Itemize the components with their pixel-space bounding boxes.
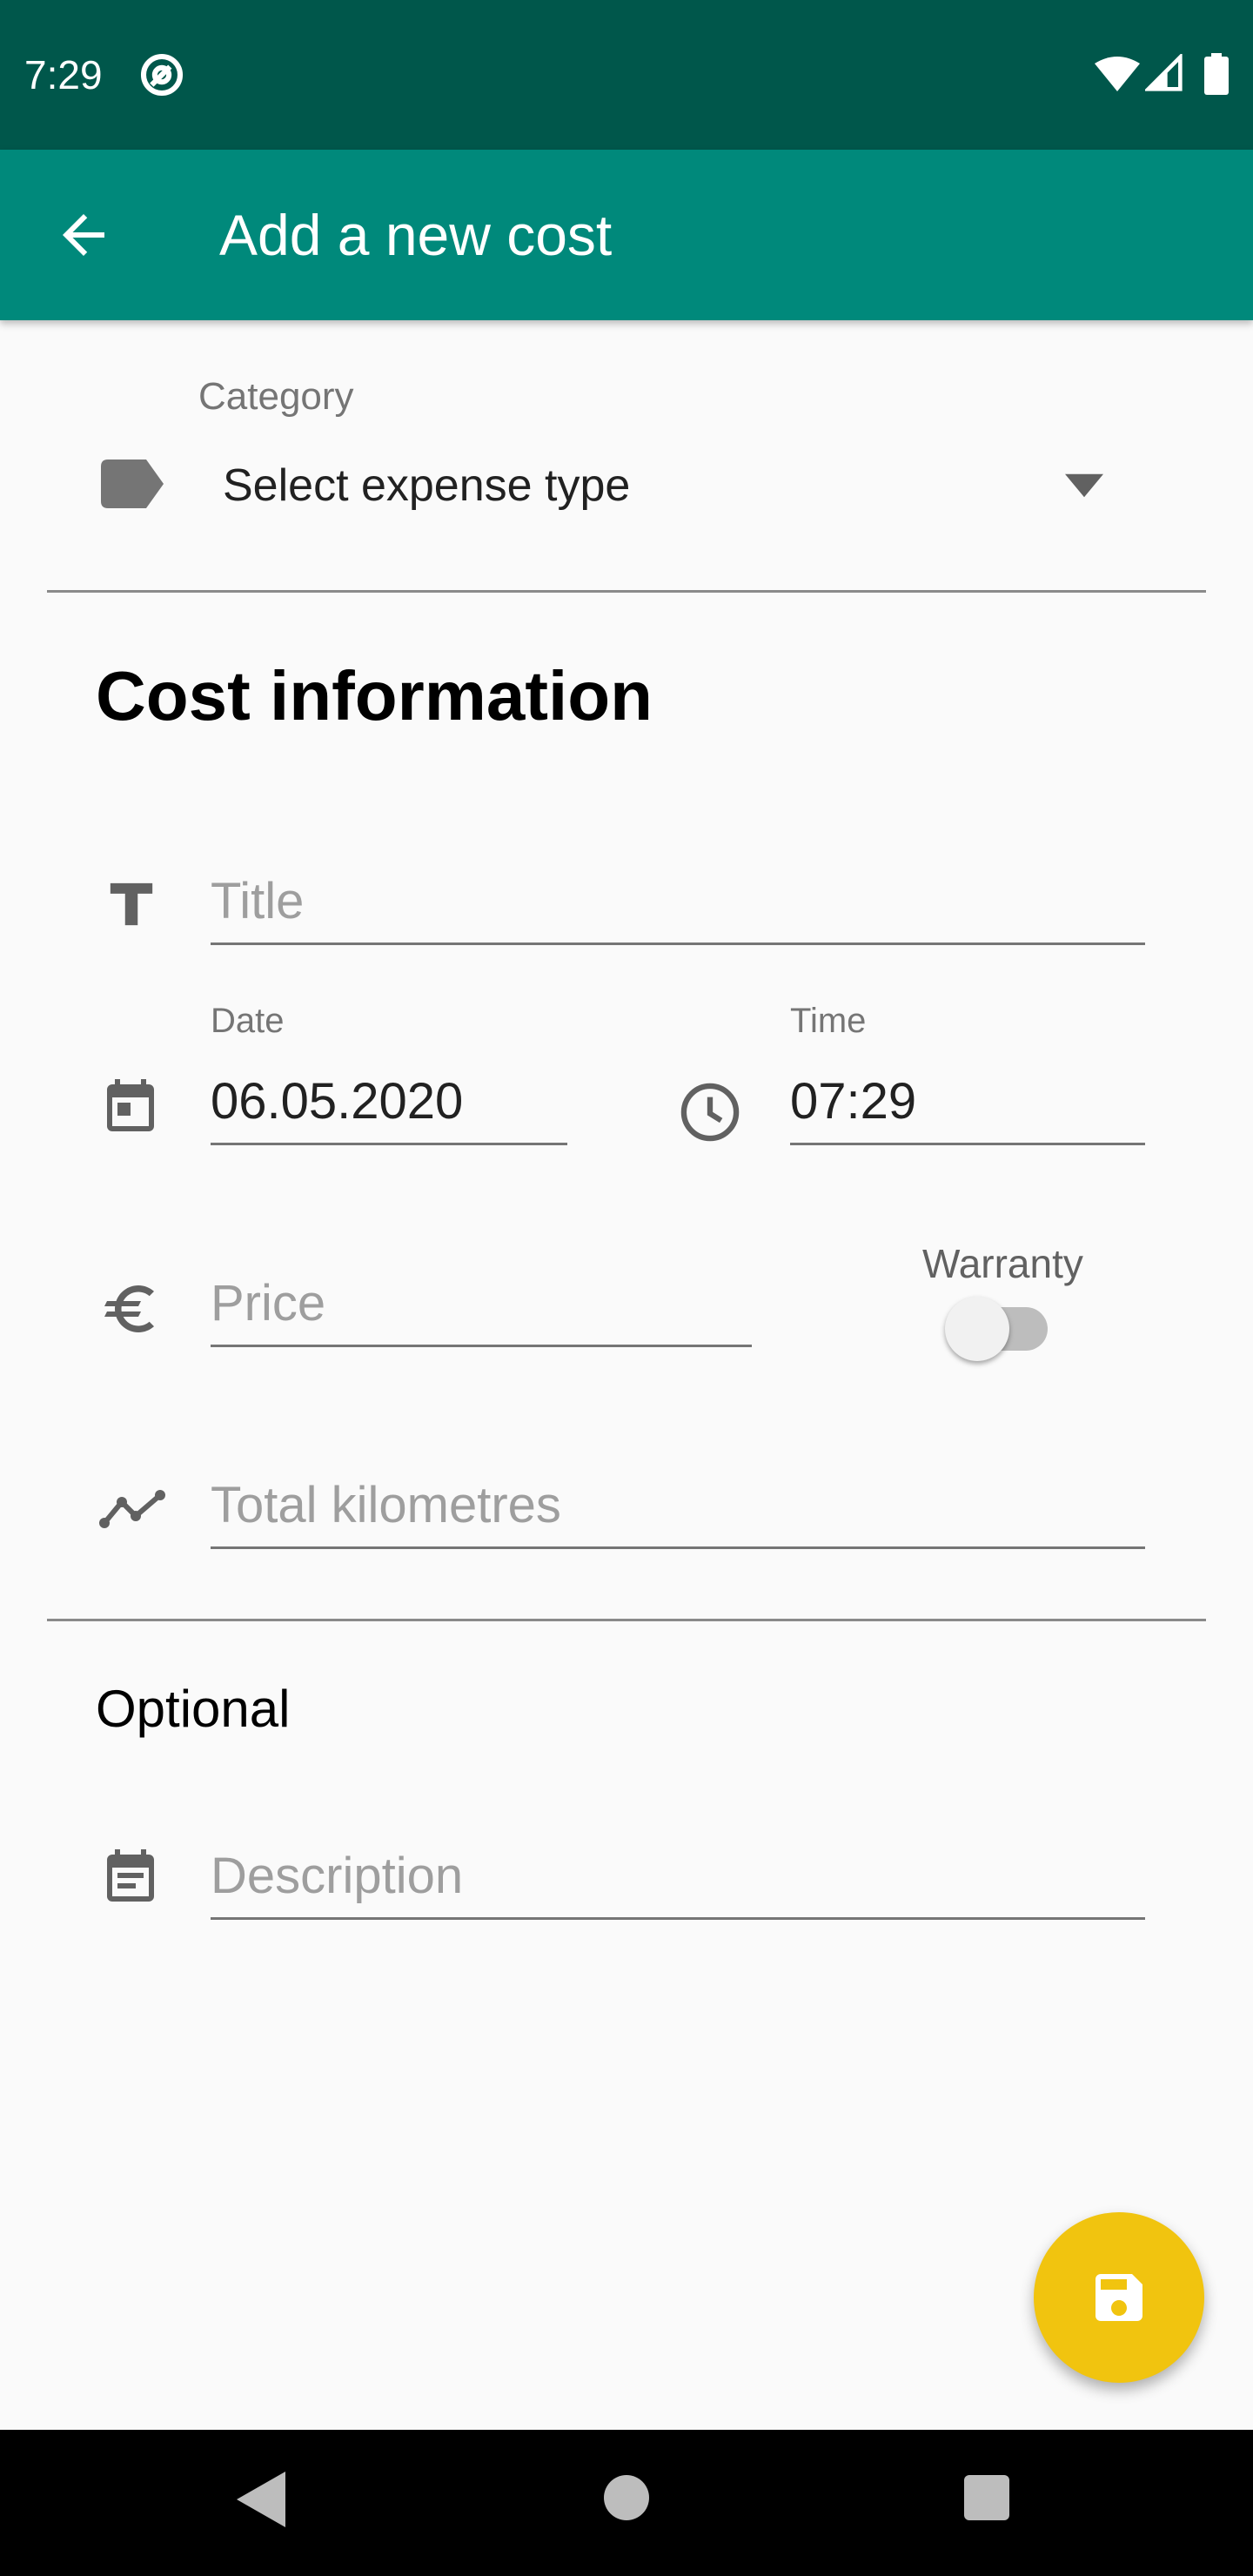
divider xyxy=(47,1619,1206,1621)
date-value: 06.05.2020 xyxy=(211,1073,464,1130)
total-kilometres-input[interactable]: Total kilometres xyxy=(211,1477,1145,1549)
notification-at-icon xyxy=(140,53,184,97)
description-placeholder: Description xyxy=(211,1848,464,1904)
save-button[interactable] xyxy=(1034,2212,1204,2383)
navigation-bar xyxy=(0,2430,1253,2576)
clock-icon xyxy=(680,1083,740,1142)
date-field[interactable]: 06.05.2020 xyxy=(211,1073,567,1145)
section-title-cost-information: Cost information xyxy=(96,657,653,735)
time-field[interactable]: 07:29 xyxy=(790,1073,1145,1145)
time-value: 07:29 xyxy=(790,1073,917,1130)
time-label: Time xyxy=(790,1002,867,1040)
save-icon xyxy=(1096,2274,1142,2321)
calendar-icon xyxy=(107,1079,154,1131)
dropdown-arrow-icon[interactable] xyxy=(1065,473,1103,498)
divider xyxy=(47,590,1206,593)
page-title: Add a new cost xyxy=(219,203,613,267)
warranty-label: Warranty xyxy=(922,1241,1083,1286)
total-kilometres-placeholder: Total kilometres xyxy=(211,1477,561,1533)
app-bar: Add a new cost xyxy=(0,150,1253,320)
title-placeholder: Title xyxy=(211,873,305,929)
price-placeholder: Price xyxy=(211,1275,326,1332)
label-tag-icon xyxy=(101,460,164,508)
category-label: Category xyxy=(198,375,354,418)
trending-line-icon xyxy=(99,1490,165,1528)
status-time: 7:29 xyxy=(24,52,103,97)
event-note-icon xyxy=(107,1849,154,1902)
nav-recents-icon[interactable] xyxy=(964,2475,1009,2520)
date-label: Date xyxy=(211,1002,285,1040)
signal-icon xyxy=(1145,54,1183,91)
nav-home-icon[interactable] xyxy=(604,2475,649,2520)
category-dropdown[interactable]: Select expense type xyxy=(223,458,630,513)
description-input[interactable]: Description xyxy=(211,1848,1145,1920)
text-title-icon xyxy=(110,882,153,926)
price-input[interactable]: Price xyxy=(211,1275,752,1347)
title-input[interactable]: Title xyxy=(211,873,1145,945)
wifi-icon xyxy=(1095,57,1140,91)
battery-icon xyxy=(1204,53,1229,95)
section-title-optional: Optional xyxy=(96,1680,291,1738)
status-bar: 7:29 xyxy=(0,0,1253,150)
arrow-back-icon[interactable] xyxy=(52,204,115,266)
nav-back-icon[interactable] xyxy=(237,2472,285,2527)
warranty-switch-thumb[interactable] xyxy=(945,1297,1009,1361)
euro-icon xyxy=(104,1285,154,1332)
